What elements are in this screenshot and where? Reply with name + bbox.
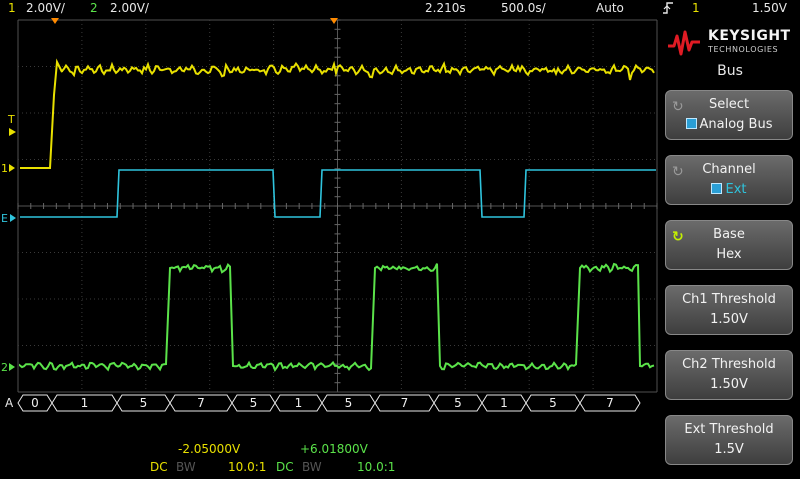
channel-info-bar: -2.05000V +6.01800V DC BW 10.0:1 DC BW 1… — [0, 440, 660, 479]
ch1-probe: 10.0:1 — [228, 460, 267, 474]
svg-text:T: T — [7, 113, 15, 126]
bus-value: 5 — [454, 396, 462, 410]
channel-softkey[interactable]: ↻ Channel Ext — [665, 155, 793, 205]
svg-text:1: 1 — [1, 162, 8, 175]
brand-subtitle: TECHNOLOGIES — [708, 45, 779, 54]
trigger-source[interactable]: 1 — [692, 0, 700, 16]
trigger-position-marker — [51, 18, 59, 24]
base-softkey[interactable]: ↻ Base Hex — [665, 220, 793, 270]
keysight-wave-logo-icon — [668, 30, 700, 56]
ch1-offset[interactable]: -2.05000V — [178, 442, 240, 456]
bus-value: 1 — [500, 396, 508, 410]
blue-square-icon — [711, 183, 723, 194]
ch1-bw-limit: BW — [176, 460, 196, 474]
softkey-label: Ch1 Threshold — [682, 292, 776, 307]
softkey-label: Base — [713, 227, 745, 242]
ch2-offset[interactable]: +6.01800V — [300, 442, 368, 456]
softkey-label: Ext Threshold — [684, 422, 774, 437]
softkey-value: Analog Bus — [699, 117, 773, 132]
trigger-level-marker[interactable]: T — [7, 113, 16, 136]
ch1-coupling: DC — [150, 460, 168, 474]
bus-decode-row: 0 1 5 7 5 1 5 7 5 1 5 7 — [17, 394, 641, 412]
svg-text:E: E — [1, 212, 8, 225]
keysight-brand: KEYSIGHT TECHNOLOGIES — [662, 24, 796, 58]
bus-value: 0 — [31, 396, 39, 410]
ch2-threshold-softkey[interactable]: Ch2 Threshold 1.50V — [665, 350, 793, 400]
softkey-label: Ch2 Threshold — [682, 357, 776, 372]
select-softkey[interactable]: ↻ Select Analog Bus — [665, 90, 793, 140]
svg-text:2: 2 — [1, 361, 8, 374]
softkey-value: Ext — [725, 182, 747, 197]
softkey-value: 1.50V — [710, 377, 748, 392]
trigger-level[interactable]: 1.50V — [752, 0, 787, 16]
bus-value: 7 — [401, 396, 409, 410]
bus-value: 7 — [606, 396, 614, 410]
softkey-label: Channel — [702, 162, 756, 177]
softkey-value: 1.5V — [714, 442, 744, 457]
bus-value: 1 — [295, 396, 303, 410]
brand-name: KEYSIGHT — [708, 28, 791, 44]
ch2-ground-marker[interactable]: 2 — [1, 361, 15, 374]
bus-value: 1 — [81, 396, 89, 410]
bus-value: 5 — [140, 396, 148, 410]
softkey-value: 1.50V — [710, 312, 748, 327]
graticule — [17, 19, 658, 393]
bus-value: 5 — [549, 396, 557, 410]
menu-title: Bus — [717, 63, 743, 79]
bus-value: 5 — [345, 396, 353, 410]
ch2-bw-limit: BW — [302, 460, 322, 474]
softkey-label: Select — [708, 97, 750, 112]
ch1-ground-marker[interactable]: 1 — [1, 162, 15, 175]
ch1-threshold-softkey[interactable]: Ch1 Threshold 1.50V — [665, 285, 793, 335]
bus-label[interactable]: A — [5, 396, 14, 410]
softkey-value: Hex — [716, 247, 742, 262]
ch2-coupling: DC — [276, 460, 294, 474]
bus-value: 7 — [197, 396, 205, 410]
ext-threshold-softkey[interactable]: Ext Threshold 1.5V — [665, 415, 793, 465]
ch2-probe: 10.0:1 — [357, 460, 396, 474]
waveform-display[interactable]: 0 1 5 7 5 1 5 7 5 1 5 7 T 1 E 2 A — [0, 0, 660, 440]
time-reference-marker — [330, 18, 338, 24]
ext-marker[interactable]: E — [1, 212, 16, 225]
bus-value: 5 — [250, 396, 258, 410]
blue-square-icon — [685, 118, 697, 129]
